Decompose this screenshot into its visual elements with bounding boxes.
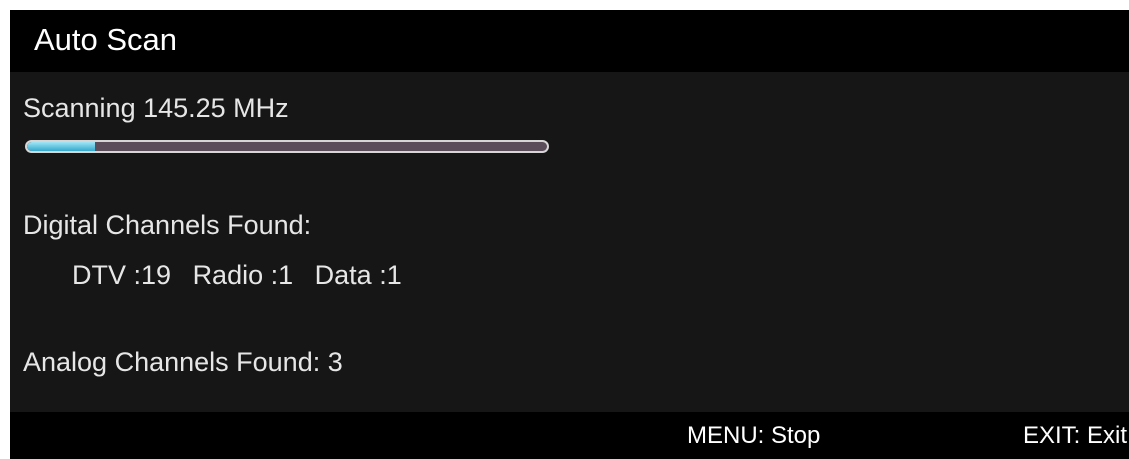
scan-progress-fill (27, 142, 95, 151)
radio-count: Radio :1 (192, 260, 294, 290)
digital-channel-counts: DTV :19 Radio :1 Data :1 (72, 260, 416, 291)
digital-channels-label: Digital Channels Found: (23, 210, 312, 240)
exit-hint[interactable]: EXIT: Exit (1023, 422, 1127, 450)
analog-channels-label: Analog Channels Found: 3 (23, 347, 343, 377)
data-count: Data :1 (314, 260, 402, 290)
scan-progress-bar (25, 140, 549, 153)
dtv-count: DTV :19 (72, 260, 172, 290)
menu-stop-hint[interactable]: MENU: Stop (687, 422, 820, 450)
footer-bar: MENU: Stop EXIT: Exit (10, 412, 1129, 459)
scan-status-text: Scanning 145.25 MHz (23, 93, 289, 123)
auto-scan-dialog: Auto Scan Scanning 145.25 MHz Digital Ch… (10, 10, 1129, 459)
title-bar: Auto Scan (10, 10, 1129, 72)
dialog-title: Auto Scan (34, 22, 178, 57)
